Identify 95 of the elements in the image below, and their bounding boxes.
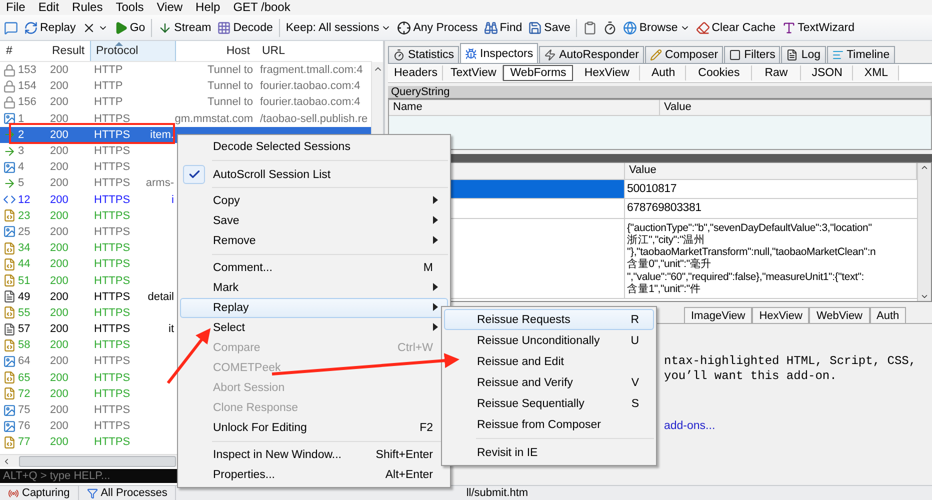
session-number: 12: [18, 194, 30, 206]
protocol-cell-text: HTTPS: [93, 226, 132, 238]
session-number: 154: [18, 80, 36, 92]
result-cell-text: 200: [49, 96, 70, 108]
value-cell-text: 678769803381: [626, 201, 702, 216]
session-number: 55: [18, 306, 30, 319]
request-title: GET /book: [233, 1, 290, 14]
protocol-cell-text: HTTPS: [93, 323, 132, 336]
host-cell: it: [168, 323, 174, 336]
session-number: 77: [18, 436, 30, 448]
description-text: ntax-highlighted HTML, Script, CSS,: [664, 354, 916, 369]
session-number: 51: [18, 274, 30, 287]
result-cell-text: 200: [49, 161, 70, 174]
protocol-cell-text: HTTPS: [93, 420, 132, 432]
host-cell: i: [172, 194, 174, 206]
result-cell-text: 200: [49, 64, 70, 76]
result-cell-text: 200: [49, 274, 70, 287]
protocol-cell-text: HTTPS: [93, 306, 132, 319]
result-cell-text: 200: [49, 242, 70, 254]
protocol-cell-text: HTTPS: [93, 290, 132, 303]
session-number: 76: [18, 420, 30, 432]
protocol-cell-text: HTTP: [93, 96, 124, 108]
result-cell-text: 200: [49, 323, 70, 336]
session-number: 34: [18, 242, 30, 254]
result-cell-text: 200: [49, 258, 70, 270]
protocol-cell-text: HTTP: [93, 64, 124, 76]
column-header: Name: [389, 100, 660, 115]
result-cell-text: 200: [49, 339, 70, 352]
host-cell: item.: [150, 128, 174, 141]
value-cell-text: 50010817: [626, 182, 678, 197]
host-cell: gm.mmstat.com: [174, 112, 253, 125]
result-cell-text: 200: [49, 404, 70, 416]
protocol-cell-text: HTTPS: [93, 404, 132, 416]
session-number: 1: [18, 112, 24, 125]
description-text: you’ll want this add-on.: [664, 369, 837, 384]
protocol-cell-text: HTTPS: [93, 161, 132, 174]
host-cell: detail: [148, 290, 174, 303]
result-cell-text: 200: [49, 112, 70, 125]
session-number: 64: [18, 355, 30, 368]
section-title: QueryString: [388, 86, 932, 99]
status-url: ll/submit.htm: [466, 487, 528, 499]
protocol-cell-text: HTTPS: [93, 372, 132, 384]
host-cell: Tunnel to: [208, 64, 253, 76]
protocol-cell-text: HTTPS: [93, 258, 132, 270]
host-cell: arms-: [146, 177, 174, 190]
result-cell-text: 200: [49, 290, 70, 303]
result-cell-text: 200: [49, 128, 70, 141]
session-number: 156: [18, 96, 36, 108]
result-cell-text: 200: [49, 80, 70, 92]
protocol-cell-text: HTTP: [93, 80, 124, 92]
result-cell-text: 200: [49, 306, 70, 319]
session-number: 153: [18, 64, 36, 76]
session-number: 57: [18, 323, 30, 336]
protocol-cell-text: HTTPS: [93, 339, 132, 352]
result-cell-text: 200: [49, 388, 70, 400]
protocol-cell-text: HTTPS: [93, 194, 132, 206]
session-number: 75: [18, 404, 30, 416]
result-cell-text: 200: [49, 436, 70, 448]
url-cell-text: /taobao-sell.publish.re: [259, 112, 369, 125]
url-cell-text: fragment.tmall.com:4: [259, 64, 364, 76]
protocol-cell-text: HTTPS: [93, 177, 132, 190]
session-number: 44: [18, 258, 30, 270]
value-cell-text: {"auctionType":"b","sevenDayDefaultValue":3,"location" 浙江","city":"温州 "},"taobaoMarketTransform":null,"taobaoMarketClean":n 含量0","unit":"毫升 ","value":"60","required":false},"measureUnit1":{"text": 含量1","unit":"件: [626, 220, 877, 298]
column-header: Value: [660, 100, 931, 115]
protocol-cell-text: HTTPS: [93, 355, 132, 368]
protocol-cell-text: HTTPS: [93, 242, 132, 254]
protocol-cell-text: HTTPS: [93, 210, 132, 222]
protocol-cell-text: HTTPS: [93, 436, 132, 448]
host-cell: Tunnel to: [208, 96, 253, 108]
session-number: 23: [18, 210, 30, 222]
url-cell-text: fourier.taobao.com:4: [259, 80, 362, 92]
result-cell-text: 200: [49, 420, 70, 432]
result-cell-text: 200: [49, 145, 70, 158]
session-number: 3: [18, 145, 24, 158]
session-number: 49: [18, 290, 30, 303]
session-number: 65: [18, 372, 30, 384]
session-number: 4: [18, 161, 24, 174]
result-cell-text: 200: [49, 177, 70, 190]
result-cell-text: 200: [49, 372, 70, 384]
session-number: 2: [18, 128, 24, 141]
protocol-cell-text: HTTPS: [93, 388, 132, 400]
protocol-cell-text: HTTPS: [93, 112, 132, 125]
session-number: 72: [18, 388, 30, 400]
result-cell-text: 200: [49, 355, 70, 368]
result-cell-text: 200: [49, 226, 70, 238]
session-number: 5: [18, 177, 24, 190]
session-number: 25: [18, 226, 30, 238]
result-cell-text: 200: [49, 194, 70, 206]
protocol-cell-text: HTTPS: [93, 145, 132, 158]
protocol-cell-text: HTTPS: [93, 274, 132, 287]
host-cell: Tunnel to: [208, 80, 253, 92]
session-number: 58: [18, 339, 30, 352]
protocol-cell-text: HTTPS: [93, 128, 132, 141]
result-cell-text: 200: [49, 210, 70, 222]
url-cell-text: fourier.taobao.com:4: [259, 96, 362, 108]
